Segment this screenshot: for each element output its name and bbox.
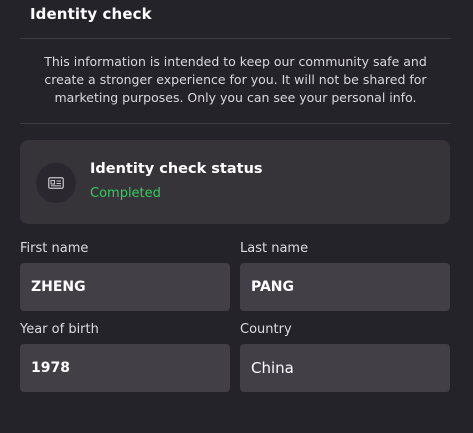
status-title: Identity check status: [90, 161, 263, 177]
first-name-field[interactable]: ZHENG: [20, 263, 230, 311]
identity-status-card: Identity check status Completed: [20, 140, 450, 224]
country-label: Country: [240, 322, 292, 337]
id-card-icon: [36, 163, 76, 203]
header-divider: [20, 38, 451, 39]
country-field[interactable]: China: [240, 344, 450, 392]
year-of-birth-field[interactable]: 1978: [20, 344, 230, 392]
year-of-birth-label: Year of birth: [20, 322, 99, 337]
status-badge: Completed: [90, 186, 161, 201]
page-title: Identity check: [30, 5, 152, 23]
first-name-label: First name: [20, 241, 89, 256]
last-name-field[interactable]: PANG: [240, 263, 450, 311]
last-name-label: Last name: [240, 241, 309, 256]
info-divider: [20, 123, 451, 124]
privacy-info-text: This information is intended to keep our…: [44, 54, 427, 105]
